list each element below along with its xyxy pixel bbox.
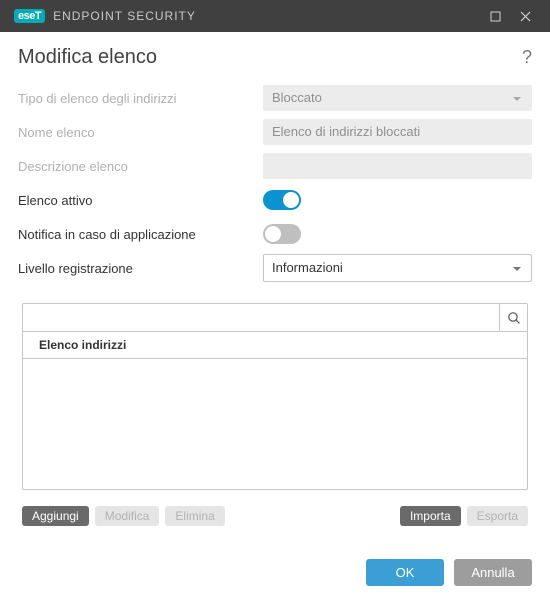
search-icon bbox=[507, 311, 521, 325]
list-header: Elenco indirizzi bbox=[23, 332, 527, 359]
brand-logo-badge: eseT bbox=[14, 9, 45, 23]
loglevel-select[interactable]: Informazioni bbox=[263, 254, 532, 282]
page-title: Modifica elenco bbox=[18, 46, 157, 69]
notify-toggle[interactable] bbox=[263, 224, 301, 244]
titlebar: eseT ENDPOINT SECURITY bbox=[0, 0, 550, 32]
content: Modifica elenco ? Tipo di elenco degli i… bbox=[0, 32, 550, 534]
export-button: Esporta bbox=[467, 506, 528, 526]
edit-button: Modifica bbox=[95, 506, 160, 526]
active-label: Elenco attivo bbox=[18, 193, 263, 208]
list-body bbox=[23, 359, 527, 489]
notify-label: Notifica in caso di applicazione bbox=[18, 227, 263, 242]
brand-logo: eseT bbox=[14, 9, 45, 23]
type-select: Bloccato bbox=[263, 85, 532, 111]
maximize-icon bbox=[490, 11, 501, 22]
close-icon bbox=[520, 11, 531, 22]
window-close-button[interactable] bbox=[510, 0, 540, 32]
active-toggle[interactable] bbox=[263, 190, 301, 210]
search-button[interactable] bbox=[499, 304, 527, 332]
address-list-panel: Elenco indirizzi bbox=[22, 303, 528, 490]
name-field: Elenco di indirizzi bloccati bbox=[263, 119, 532, 145]
cancel-button[interactable]: Annulla bbox=[454, 559, 532, 586]
ok-button[interactable]: OK bbox=[366, 559, 444, 586]
loglevel-label: Livello registrazione bbox=[18, 261, 263, 276]
delete-button: Elimina bbox=[165, 506, 224, 526]
add-button[interactable]: Aggiungi bbox=[22, 506, 89, 526]
description-field bbox=[263, 153, 532, 179]
app-name: ENDPOINT SECURITY bbox=[53, 9, 196, 23]
name-label: Nome elenco bbox=[18, 125, 263, 140]
search-input[interactable] bbox=[23, 305, 499, 331]
help-icon: ? bbox=[522, 47, 532, 67]
footer: OK Annulla bbox=[0, 545, 550, 600]
import-button[interactable]: Importa bbox=[400, 506, 461, 526]
window-maximize-button[interactable] bbox=[480, 0, 510, 32]
help-button[interactable]: ? bbox=[522, 47, 532, 68]
description-label: Descrizione elenco bbox=[18, 159, 263, 174]
type-label: Tipo di elenco degli indirizzi bbox=[18, 91, 263, 106]
